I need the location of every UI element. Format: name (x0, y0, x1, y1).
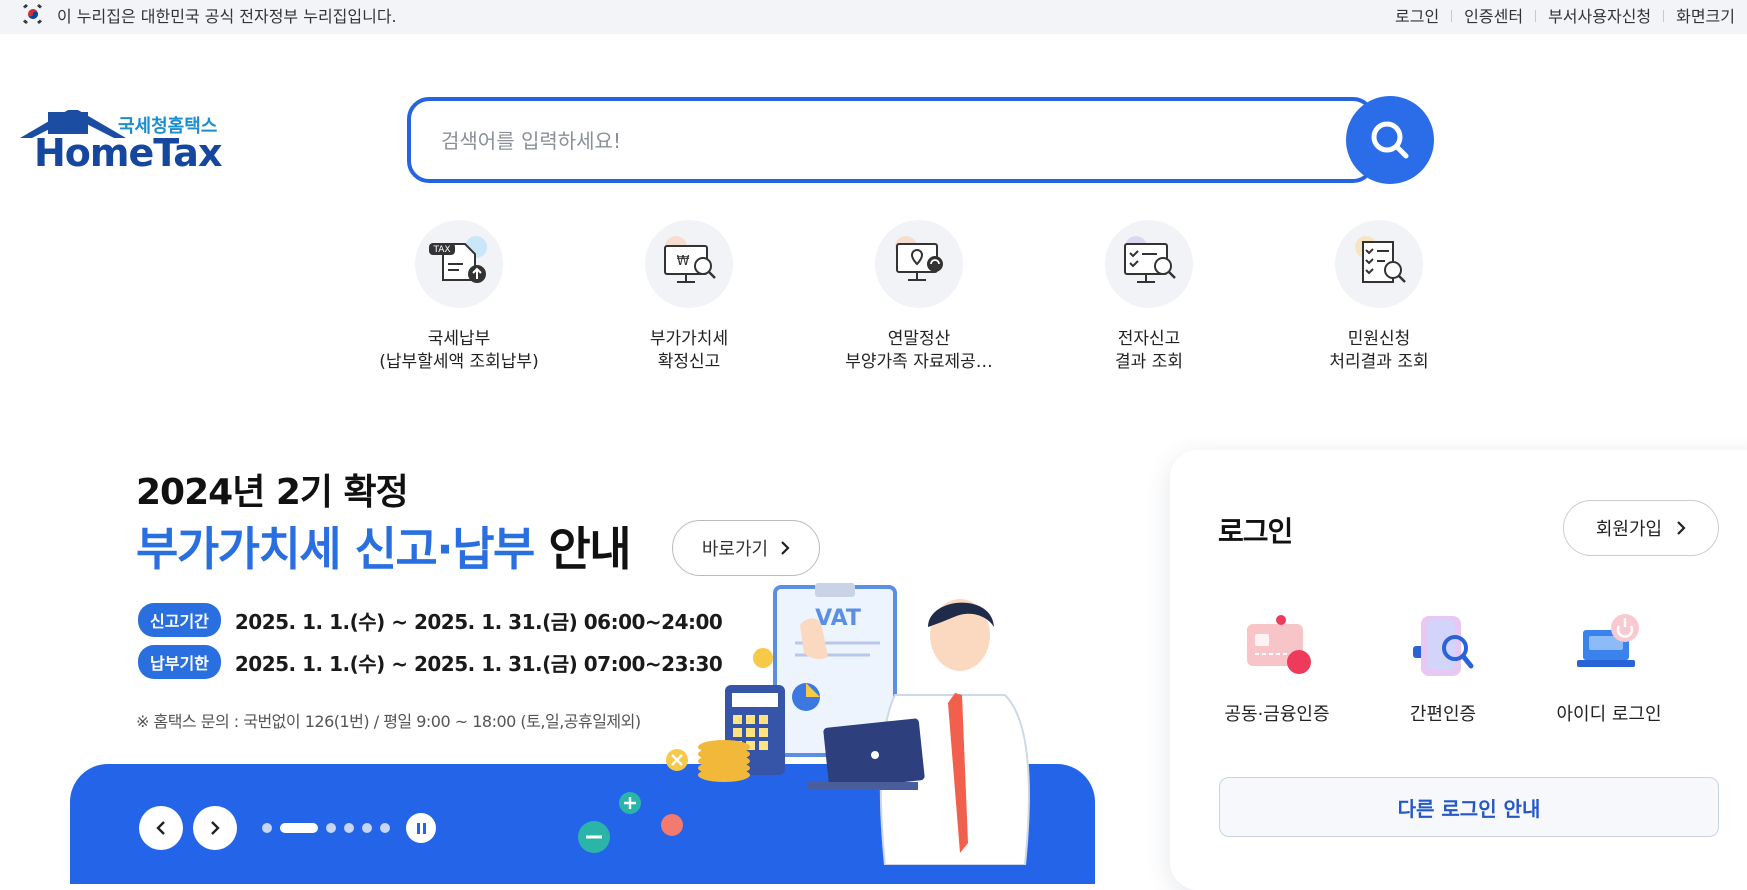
banner-goto-button[interactable]: 바로가기 (672, 520, 820, 576)
slide-dot[interactable] (380, 823, 390, 833)
login-option-label: 공동·금융인증 (1224, 704, 1330, 725)
banner-title: 2024년 2기 확정 (136, 472, 409, 513)
other-login-label: 다른 로그인 안내 (1397, 796, 1541, 821)
login-option-certificate[interactable]: 공동·금융인증 (1197, 610, 1357, 726)
chevron-right-icon (781, 541, 790, 555)
login-option-label: 아이디 로그인 (1556, 704, 1662, 725)
quick-menu-vat-filing[interactable]: ₩ 부가가치세 확정신고 (589, 220, 789, 374)
quick-menu-tax-payment[interactable]: TAX 국세납부 (납부할세액 조회납부) (359, 220, 559, 374)
logo-title: HomeTax (34, 131, 222, 175)
top-link-screen-size[interactable]: 화면크기 (1664, 3, 1747, 27)
other-login-guide-button[interactable]: 다른 로그인 안내 (1219, 777, 1719, 837)
banner-headline-black: 안내 (548, 522, 631, 576)
slide-prev-button[interactable] (139, 806, 183, 850)
quick-label-line1: 연말정산 (887, 329, 951, 349)
gov-topbar: 이 누리집은 대한민국 공식 전자정부 누리집입니다. 로그인 인증센터 부서사… (0, 0, 1747, 34)
filing-period-badge: 신고기간 (138, 603, 221, 637)
vat-illustration: VAT (578, 583, 1030, 865)
slide-dot[interactable] (280, 823, 318, 833)
search-box (407, 97, 1375, 183)
slide-dot[interactable] (344, 823, 354, 833)
quick-menu-civil-result[interactable]: 민원신청 처리결과 조회 (1279, 220, 1479, 374)
slide-dot[interactable] (326, 823, 336, 833)
chevron-left-icon (156, 821, 165, 835)
quick-menu-efiling-result[interactable]: 전자신고 결과 조회 (1049, 220, 1249, 374)
monitor-check-search-icon (1105, 220, 1193, 308)
banner-goto-label: 바로가기 (701, 539, 769, 560)
quick-menu-year-end[interactable]: 연말정산 부양가족 자료제공… (819, 220, 1019, 374)
pause-icon (416, 822, 420, 834)
top-links: 로그인 인증센터 부서사용자신청 화면크기 (1383, 3, 1747, 27)
login-option-id[interactable]: 아이디 로그인 (1529, 610, 1689, 726)
chevron-right-icon (1677, 521, 1686, 535)
login-title: 로그인 (1218, 515, 1293, 548)
banner-headline: 부가가치세 신고·납부 안내 (136, 513, 632, 579)
search-icon (1371, 121, 1409, 159)
slide-pagination (262, 823, 390, 833)
laptop-power-icon (1573, 610, 1645, 682)
quick-label-line1: 부가가치세 (649, 329, 729, 349)
pause-icon (422, 822, 426, 834)
korea-flag-icon (23, 4, 42, 24)
login-option-label: 간편인증 (1409, 704, 1477, 725)
phone-search-icon (1407, 610, 1479, 682)
tax-upload-icon: TAX (415, 220, 503, 308)
banner-contact-note: ※ 홈택스 문의 : 국번없이 126(1번) / 평일 9:00 ~ 18:0… (136, 712, 641, 731)
quick-label-line1: 민원신청 (1347, 329, 1411, 349)
quick-label-line1: 전자신고 (1117, 329, 1181, 349)
login-panel: 로그인 회원가입 공동·금융인증 간편인증 아이디 로그인 다른 로그인 안내 (1170, 450, 1747, 890)
top-link-cert-center[interactable]: 인증센터 (1452, 3, 1535, 27)
slide-dot[interactable] (262, 823, 272, 833)
quick-label-line2: 처리결과 조회 (1329, 352, 1429, 372)
slide-next-button[interactable] (193, 806, 237, 850)
quick-label-line2: 확정신고 (657, 352, 721, 372)
chevron-right-icon (211, 821, 220, 835)
quick-label-line2: 부양가족 자료제공… (845, 352, 993, 372)
search-input[interactable] (441, 123, 1301, 159)
quick-label-line1: 국세납부 (427, 329, 491, 349)
gov-notice: 이 누리집은 대한민국 공식 전자정부 누리집입니다. (57, 7, 397, 26)
search-button[interactable] (1346, 96, 1434, 184)
certificate-card-icon (1241, 610, 1313, 682)
slide-pause-button[interactable] (406, 813, 436, 843)
payment-deadline-badge: 납부기한 (138, 645, 221, 679)
sign-up-label: 회원가입 (1595, 519, 1663, 540)
sign-up-button[interactable]: 회원가입 (1563, 500, 1719, 556)
monitor-location-icon (875, 220, 963, 308)
quick-label-line2: (납부할세액 조회납부) (379, 352, 539, 372)
login-option-simple[interactable]: 간편인증 (1363, 610, 1523, 726)
slide-dot[interactable] (362, 823, 372, 833)
monitor-won-search-icon: ₩ (645, 220, 733, 308)
banner-headline-blue: 부가가치세 신고·납부 (136, 522, 535, 576)
document-check-search-icon (1335, 220, 1423, 308)
quick-label-line2: 결과 조회 (1115, 352, 1183, 372)
svg-text:TAX: TAX (432, 245, 450, 255)
svg-text:₩: ₩ (677, 254, 690, 269)
top-link-dept-user[interactable]: 부서사용자신청 (1536, 3, 1663, 27)
top-link-login[interactable]: 로그인 (1383, 3, 1451, 27)
